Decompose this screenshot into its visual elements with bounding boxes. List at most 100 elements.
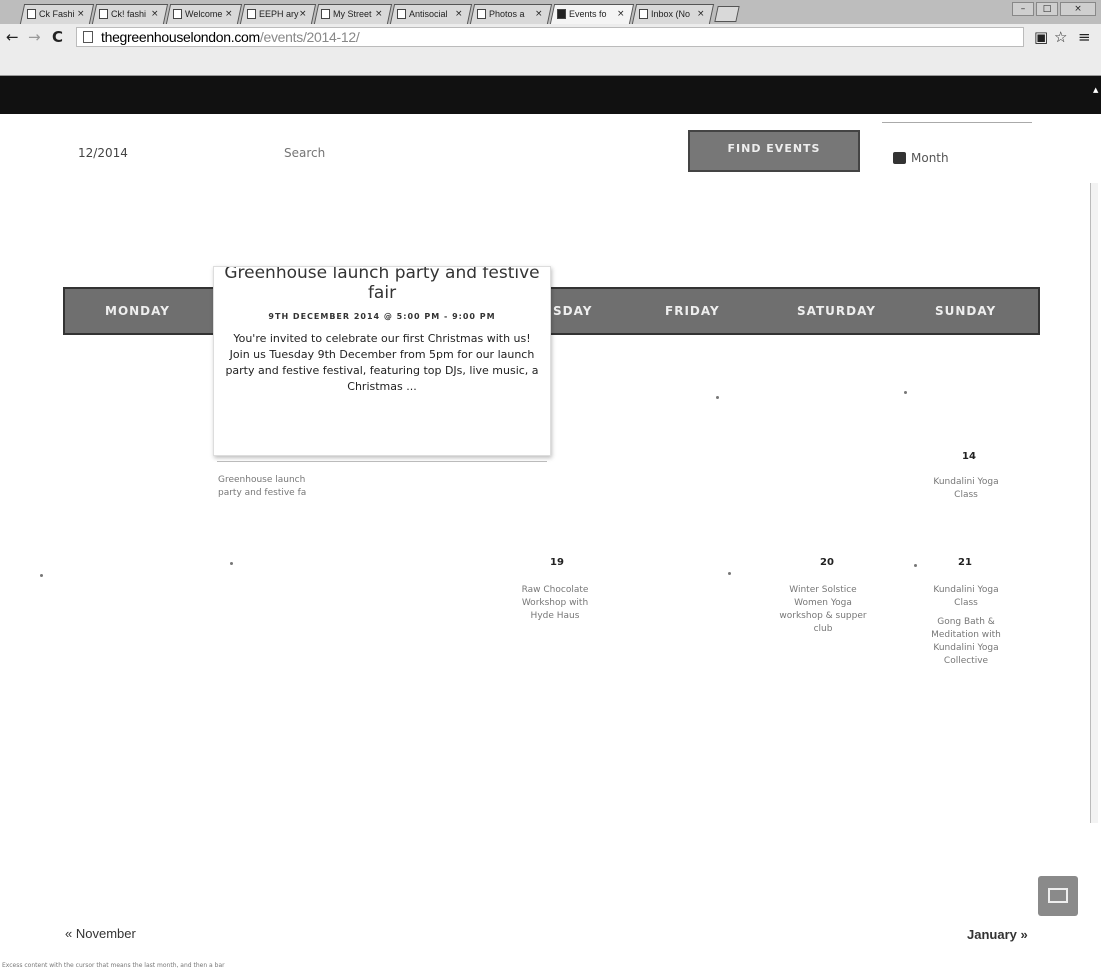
back-icon[interactable]: ←: [6, 28, 19, 46]
page-icon: [557, 9, 566, 19]
close-icon[interactable]: ×: [455, 5, 463, 23]
event-tooltip[interactable]: Greenhouse launch party and festive fair…: [213, 266, 551, 456]
day-marker: [904, 391, 907, 394]
close-icon[interactable]: ×: [697, 5, 705, 23]
tab-label: Antisocial: [409, 9, 448, 19]
prev-month-link[interactable]: « November: [65, 926, 136, 941]
page-icon: [247, 9, 256, 19]
search-input[interactable]: [284, 146, 664, 160]
browser-tab-4[interactable]: EEPH ary ×: [239, 4, 317, 24]
event-line: Raw Chocolate: [521, 585, 589, 595]
event-line: Hyde Haus: [530, 611, 580, 621]
day-marker: [716, 396, 719, 399]
scrollbar[interactable]: [1090, 183, 1098, 823]
menu-icon[interactable]: ≡: [1078, 28, 1091, 46]
weekday-sunday: SUNDAY: [935, 304, 997, 318]
weekday-monday: MONDAY: [105, 304, 170, 318]
url-path: /events/2014-12/: [259, 29, 360, 45]
browser-tab-active[interactable]: Events fo ×: [549, 4, 635, 24]
view-select[interactable]: Month: [893, 151, 949, 165]
close-icon[interactable]: ×: [375, 5, 383, 23]
browser-tab-6[interactable]: Antisocial ×: [389, 4, 473, 24]
close-icon[interactable]: ×: [151, 5, 159, 23]
close-icon[interactable]: ×: [617, 5, 625, 23]
url-host: thegreenhouselondon.com: [101, 29, 260, 45]
minimize-button[interactable]: –: [1012, 2, 1034, 16]
address-bar[interactable]: thegreenhouselondon.com/events/2014-12/: [76, 27, 1024, 47]
find-events-button[interactable]: FIND EVENTS: [688, 130, 860, 172]
day-number: 19: [550, 557, 564, 568]
cast-icon[interactable]: ▣: [1034, 28, 1048, 46]
calendar-event[interactable]: Raw Chocolate Workshop with Hyde Haus: [500, 584, 610, 623]
reload-icon[interactable]: C: [52, 28, 63, 46]
event-line: Kundalini Yoga: [933, 585, 999, 595]
site-header-bar: [0, 76, 1101, 114]
page-icon: [83, 31, 93, 43]
tooltip-link[interactable]: [217, 458, 547, 464]
event-line: Winter Solstice: [789, 585, 857, 595]
calendar-event-monday-launch[interactable]: Greenhouse launch party and festive fa: [218, 474, 328, 500]
browser-tab-7[interactable]: Photos a ×: [469, 4, 553, 24]
calendar-event[interactable]: Kundalini Yoga Class: [916, 476, 1016, 502]
event-line: party and festive fa: [218, 488, 307, 498]
calendar-weekday-header: MONDAY SDAY FRIDAY SATURDAY SUNDAY: [63, 287, 1040, 335]
tab-label: Ck! fashi: [111, 9, 147, 19]
view-label: Month: [911, 151, 949, 165]
day-number: 20: [820, 557, 834, 568]
page-icon: [321, 9, 330, 19]
footnote-text: Excess content with the cursor that mean…: [2, 962, 225, 969]
day-marker: [728, 572, 731, 575]
next-month-link[interactable]: January »: [967, 927, 1028, 942]
scroll-up-icon[interactable]: ▲: [1093, 86, 1098, 94]
tooltip-title: Greenhouse launch party and festive fair: [214, 267, 550, 303]
close-icon[interactable]: ×: [299, 5, 307, 23]
close-icon[interactable]: ×: [535, 5, 543, 23]
day-number: 21: [958, 557, 972, 568]
close-icon[interactable]: ×: [225, 5, 233, 23]
close-icon[interactable]: ×: [77, 5, 85, 23]
browser-tab-1[interactable]: Ck Fashi ×: [19, 4, 95, 24]
event-line: Class: [954, 598, 978, 608]
page-icon: [27, 9, 36, 19]
page-icon: [99, 9, 108, 19]
weekday-saturday: SATURDAY: [797, 304, 876, 318]
page-icon: [639, 9, 648, 19]
forward-icon[interactable]: →: [28, 28, 41, 46]
browser-tab-strip: Ck Fashi × Ck! fashi × Welcome × EEPH ary × …: [0, 0, 1101, 24]
tab-label: EEPH ary: [259, 9, 299, 19]
event-line: Greenhouse launch: [218, 475, 306, 485]
mail-button[interactable]: [1038, 876, 1078, 916]
event-line: Kundalini Yoga: [933, 643, 999, 653]
maximize-button[interactable]: □: [1036, 2, 1058, 16]
calendar-event[interactable]: Kundalini Yoga Class Gong Bath & Meditat…: [916, 584, 1016, 668]
browser-tab-9[interactable]: Inbox (No ×: [631, 4, 715, 24]
tooltip-title-line: fair: [367, 283, 397, 303]
browser-toolbar: ← → C thegreenhouselondon.com/events/201…: [0, 24, 1101, 76]
weekday-friday: FRIDAY: [665, 304, 720, 318]
day-number: 14: [962, 451, 976, 462]
header-link[interactable]: [882, 116, 1032, 125]
browser-tab-2[interactable]: Ck! fashi ×: [91, 4, 169, 24]
tab-label: Inbox (No: [651, 9, 691, 19]
event-line: Workshop with: [521, 598, 589, 608]
star-icon[interactable]: ☆: [1054, 28, 1067, 46]
date-field[interactable]: 12/2014: [78, 146, 128, 160]
event-line: workshop & supper: [779, 611, 867, 621]
page-icon: [173, 9, 182, 19]
close-window-button[interactable]: ×: [1060, 2, 1096, 16]
browser-tab-3[interactable]: Welcome ×: [165, 4, 243, 24]
event-line: Collective: [943, 656, 989, 666]
page-icon: [397, 9, 406, 19]
weekday-thursday: SDAY: [553, 304, 593, 318]
event-line: Kundalini Yoga: [933, 477, 999, 487]
calendar-event[interactable]: Winter Solstice Women Yoga workshop & su…: [768, 584, 878, 636]
event-line: Women Yoga: [794, 598, 852, 608]
tooltip-date: 9TH DECEMBER 2014 @ 5:00 PM - 9:00 PM: [268, 312, 496, 321]
browser-tab-5[interactable]: My Street ×: [313, 4, 393, 24]
url-text: thegreenhouselondon.com/events/2014-12/: [101, 29, 360, 45]
event-line: Class: [954, 490, 978, 500]
event-line: Meditation with: [931, 630, 1001, 640]
day-marker: [914, 564, 917, 567]
event-line: Gong Bath &: [937, 617, 995, 627]
new-tab-button[interactable]: [714, 6, 740, 22]
